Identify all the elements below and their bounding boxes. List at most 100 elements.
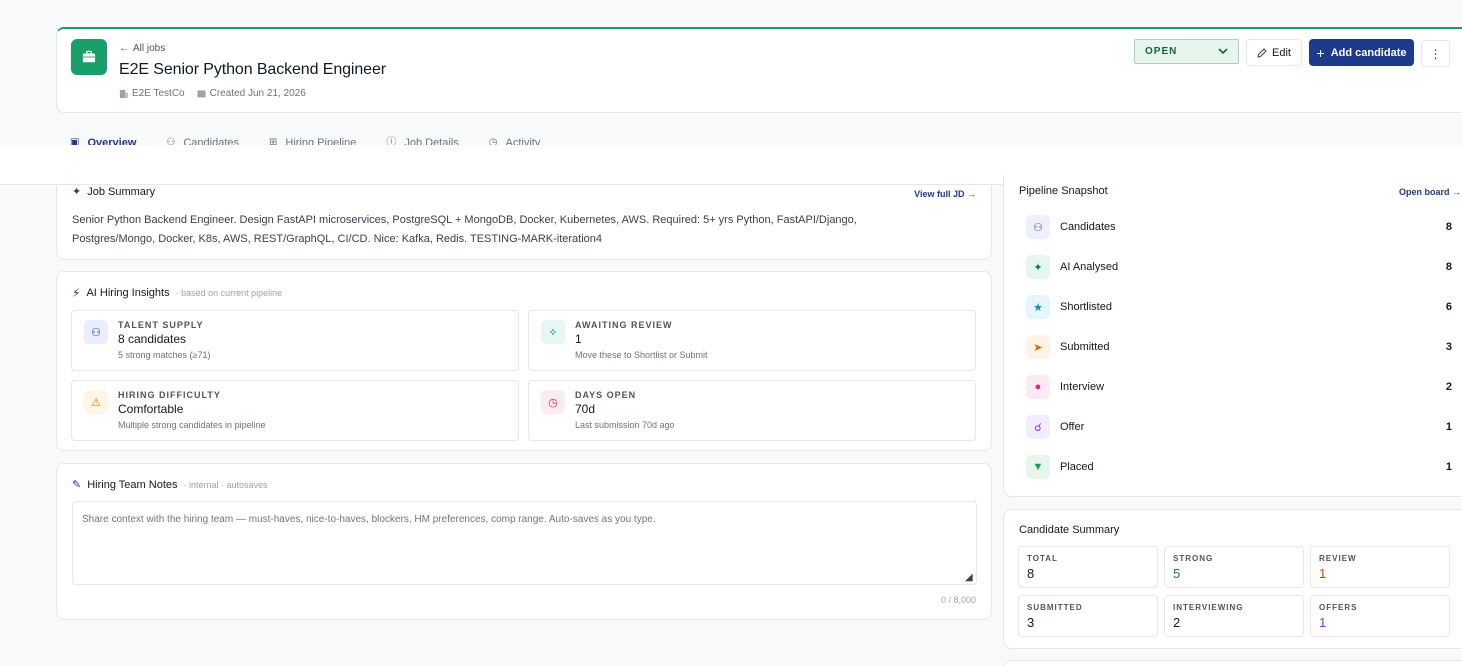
open-board-link[interactable]: Open board →: [1399, 187, 1461, 197]
pipeline-snapshot-title: Pipeline Snapshot: [1019, 185, 1108, 197]
chevron-down-icon: [1218, 48, 1228, 55]
ai-insights-heading: AI Hiring Insights: [86, 287, 170, 299]
stat-value: 8: [1027, 566, 1035, 581]
status-select[interactable]: OPEN: [1134, 39, 1239, 64]
users-icon: ⚇: [166, 137, 176, 145]
resize-handle-icon[interactable]: ◢: [965, 572, 973, 583]
insight-sub: Move these to Shortlist or Submit: [575, 350, 708, 360]
insight-sub: Last submission 70d ago: [575, 420, 675, 430]
add-candidate-label: Add candidate: [1330, 46, 1407, 59]
hiring-notes-textarea[interactable]: [72, 501, 977, 585]
stat-value: 5: [1173, 566, 1181, 581]
pipeline-row-ai-analysed[interactable]: ✦ AI Analysed 8: [1026, 254, 1452, 280]
users-icon: ⚇: [84, 320, 108, 344]
insight-days-open: ◷ DAYS OPEN 70d Last submission 70d ago: [528, 380, 976, 441]
briefcase-icon: [71, 39, 107, 75]
overview-icon: ▣: [70, 137, 80, 145]
plus-icon: +: [1316, 44, 1325, 61]
clock-icon: ◷: [488, 137, 498, 145]
job-meta: E2E TestCo Created Jun 21, 2026: [119, 88, 306, 99]
stat-label: INTERVIEWING: [1173, 603, 1244, 612]
sparkle-icon: ✦: [1026, 255, 1050, 279]
stat-label: REVIEW: [1319, 554, 1357, 563]
hiring-notes-title: ✎ Hiring Team Notes · internal · autosav…: [72, 478, 268, 492]
edit-note-icon: ✎: [72, 479, 82, 491]
pipeline-count: 2: [1445, 381, 1452, 393]
pipeline-count: 6: [1445, 301, 1452, 313]
tab-label: Candidates: [183, 137, 239, 145]
info-icon: ⓘ: [386, 137, 397, 145]
page-title: E2E Senior Python Backend Engineer: [119, 61, 386, 78]
tab-label: Overview: [87, 137, 137, 145]
pipeline-count: 3: [1445, 341, 1452, 353]
tab-label: Activity: [505, 137, 541, 145]
insight-label: DAYS OPEN: [575, 390, 637, 400]
stat-total: TOTAL 8: [1018, 546, 1158, 588]
pipeline-count: 1: [1445, 461, 1452, 473]
more-options-button[interactable]: ⋮: [1421, 40, 1450, 67]
tab-label: Hiring Pipeline: [285, 137, 357, 145]
stat-offers: OFFERS 1: [1310, 595, 1450, 637]
stat-label: SUBMITTED: [1027, 603, 1083, 612]
pipeline-label: Candidates: [1060, 221, 1116, 233]
pipeline-row-submitted[interactable]: ➤ Submitted 3: [1026, 334, 1452, 360]
trophy-icon: ▼: [1026, 455, 1050, 479]
more-vertical-icon: ⋮: [1429, 46, 1442, 61]
insight-hiring-difficulty: ⚠ HIRING DIFFICULTY Comfortable Multiple…: [71, 380, 519, 441]
company-name: E2E TestCo: [132, 88, 185, 99]
tab-label: Job Details: [404, 137, 459, 145]
star-icon: ★: [1026, 295, 1050, 319]
back-link[interactable]: ← All jobs: [119, 43, 165, 54]
char-count: 0 / 8,000: [940, 595, 976, 605]
tab-job-details[interactable]: ⓘ Job Details: [386, 133, 458, 145]
pipeline-row-candidates[interactable]: ⚇ Candidates 8: [1026, 214, 1452, 240]
stat-interviewing: INTERVIEWING 2: [1164, 595, 1304, 637]
stat-value: 2: [1173, 615, 1181, 630]
ai-insights-card: ⚡ AI Hiring Insights · based on current …: [56, 271, 992, 451]
pipeline-row-offer[interactable]: ☌ Offer 1: [1026, 414, 1452, 440]
insight-label: HIRING DIFFICULTY: [118, 390, 221, 400]
stat-label: TOTAL: [1027, 554, 1058, 563]
stat-label: OFFERS: [1319, 603, 1358, 612]
tab-hiring-pipeline[interactable]: ⊞ Hiring Pipeline: [269, 133, 356, 145]
kanban-icon: ⊞: [269, 137, 278, 145]
stat-value: 1: [1319, 615, 1327, 630]
pencil-icon: [1257, 47, 1267, 58]
pipeline-count: 8: [1445, 221, 1452, 233]
view-full-jd-link[interactable]: View full JD →: [914, 189, 976, 199]
stat-review: REVIEW 1: [1310, 546, 1450, 588]
tab-activity[interactable]: ◷ Activity: [489, 133, 541, 145]
pipeline-row-interview[interactable]: ● Interview 2: [1026, 374, 1452, 400]
job-summary-title: ✦ Job Summary: [72, 185, 155, 199]
job-summary-text: Senior Python Backend Engineer. Design F…: [72, 214, 857, 245]
pipeline-label: Placed: [1060, 461, 1094, 473]
insight-label: TALENT SUPPLY: [118, 320, 204, 330]
edit-button[interactable]: Edit: [1246, 39, 1302, 66]
insight-value: Comfortable: [118, 402, 184, 416]
next-card-edge: [1003, 660, 1462, 666]
back-link-label: All jobs: [133, 43, 166, 54]
hiring-notes-card: ✎ Hiring Team Notes · internal · autosav…: [56, 463, 992, 620]
pipeline-row-placed[interactable]: ▼ Placed 1: [1026, 454, 1452, 480]
insight-value: 1: [575, 332, 582, 346]
insight-label: AWAITING REVIEW: [575, 320, 673, 330]
chat-icon: ●: [1026, 375, 1050, 399]
add-candidate-button[interactable]: + Add candidate: [1309, 39, 1414, 66]
stat-submitted: SUBMITTED 3: [1018, 595, 1158, 637]
tab-candidates[interactable]: ⚇ Candidates: [166, 133, 239, 145]
ai-insights-subtitle: · based on current pipeline: [175, 288, 283, 298]
pipeline-label: AI Analysed: [1060, 261, 1119, 273]
stat-value: 1: [1319, 566, 1327, 581]
users-icon: ⚇: [1026, 215, 1050, 239]
candidate-summary-card: Candidate Summary TOTAL 8 STRONG 5 REVIE…: [1003, 509, 1462, 649]
pipeline-row-shortlisted[interactable]: ★ Shortlisted 6: [1026, 294, 1452, 320]
stat-strong: STRONG 5: [1164, 546, 1304, 588]
tab-overview[interactable]: ▣ Overview: [70, 133, 136, 145]
handshake-icon: ☌: [1026, 415, 1050, 439]
insight-sub: 5 strong matches (≥71): [118, 350, 211, 360]
insight-awaiting-review: ✧ AWAITING REVIEW 1 Move these to Shortl…: [528, 310, 976, 371]
calendar-icon: [197, 90, 206, 98]
insight-value: 8 candidates: [118, 332, 187, 346]
warning-icon: ⚠: [84, 390, 108, 414]
ai-insights-title: ⚡ AI Hiring Insights · based on current …: [72, 286, 282, 300]
